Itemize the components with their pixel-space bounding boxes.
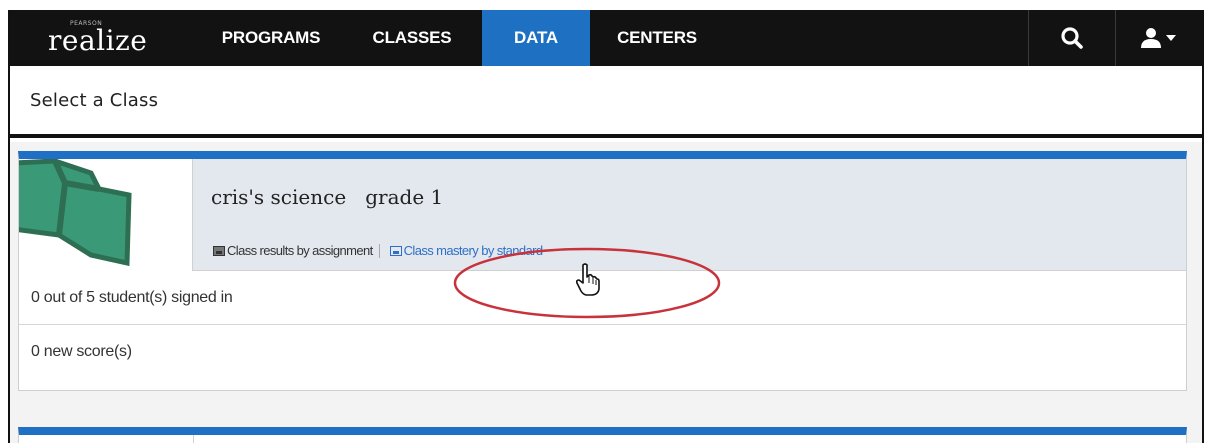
top-navigation: PEARSON realize PROGRAMS CLASSES DATA CE… xyxy=(10,10,1202,66)
nav-classes[interactable]: CLASSES xyxy=(342,10,482,66)
hand-cursor-icon xyxy=(575,263,600,296)
class-title[interactable]: cris's science grade 1 xyxy=(211,185,443,209)
brand-name: realize xyxy=(48,23,148,57)
class-thumbnail xyxy=(19,159,193,271)
select-class-bar: Select a Class xyxy=(10,66,1202,138)
nav-data[interactable]: DATA xyxy=(482,10,590,66)
page-title: Select a Class xyxy=(30,89,159,111)
new-scores-status: 0 new score(s) xyxy=(31,343,132,360)
user-menu-button[interactable] xyxy=(1116,10,1202,66)
search-icon xyxy=(1061,27,1083,49)
report-icon xyxy=(389,245,402,256)
book-icon xyxy=(19,159,132,267)
brand-small-text: PEARSON xyxy=(70,20,103,27)
link-divider xyxy=(378,243,380,258)
class-results-by-assignment-label: Class results by assignment xyxy=(227,243,373,258)
brand-logo[interactable]: PEARSON realize xyxy=(10,10,200,66)
user-menu-icon xyxy=(1141,28,1176,48)
class-card: cris's science grade 1 Class results by … xyxy=(18,151,1187,391)
report-icon xyxy=(213,245,225,256)
thumbnail-divider xyxy=(193,435,194,443)
class-results-by-assignment-link[interactable]: Class results by assignment xyxy=(213,243,373,258)
nav-centers[interactable]: CENTERS xyxy=(590,10,724,66)
class-card-next xyxy=(18,427,1187,443)
search-button[interactable] xyxy=(1029,10,1115,66)
nav-programs[interactable]: PROGRAMS xyxy=(200,10,342,66)
